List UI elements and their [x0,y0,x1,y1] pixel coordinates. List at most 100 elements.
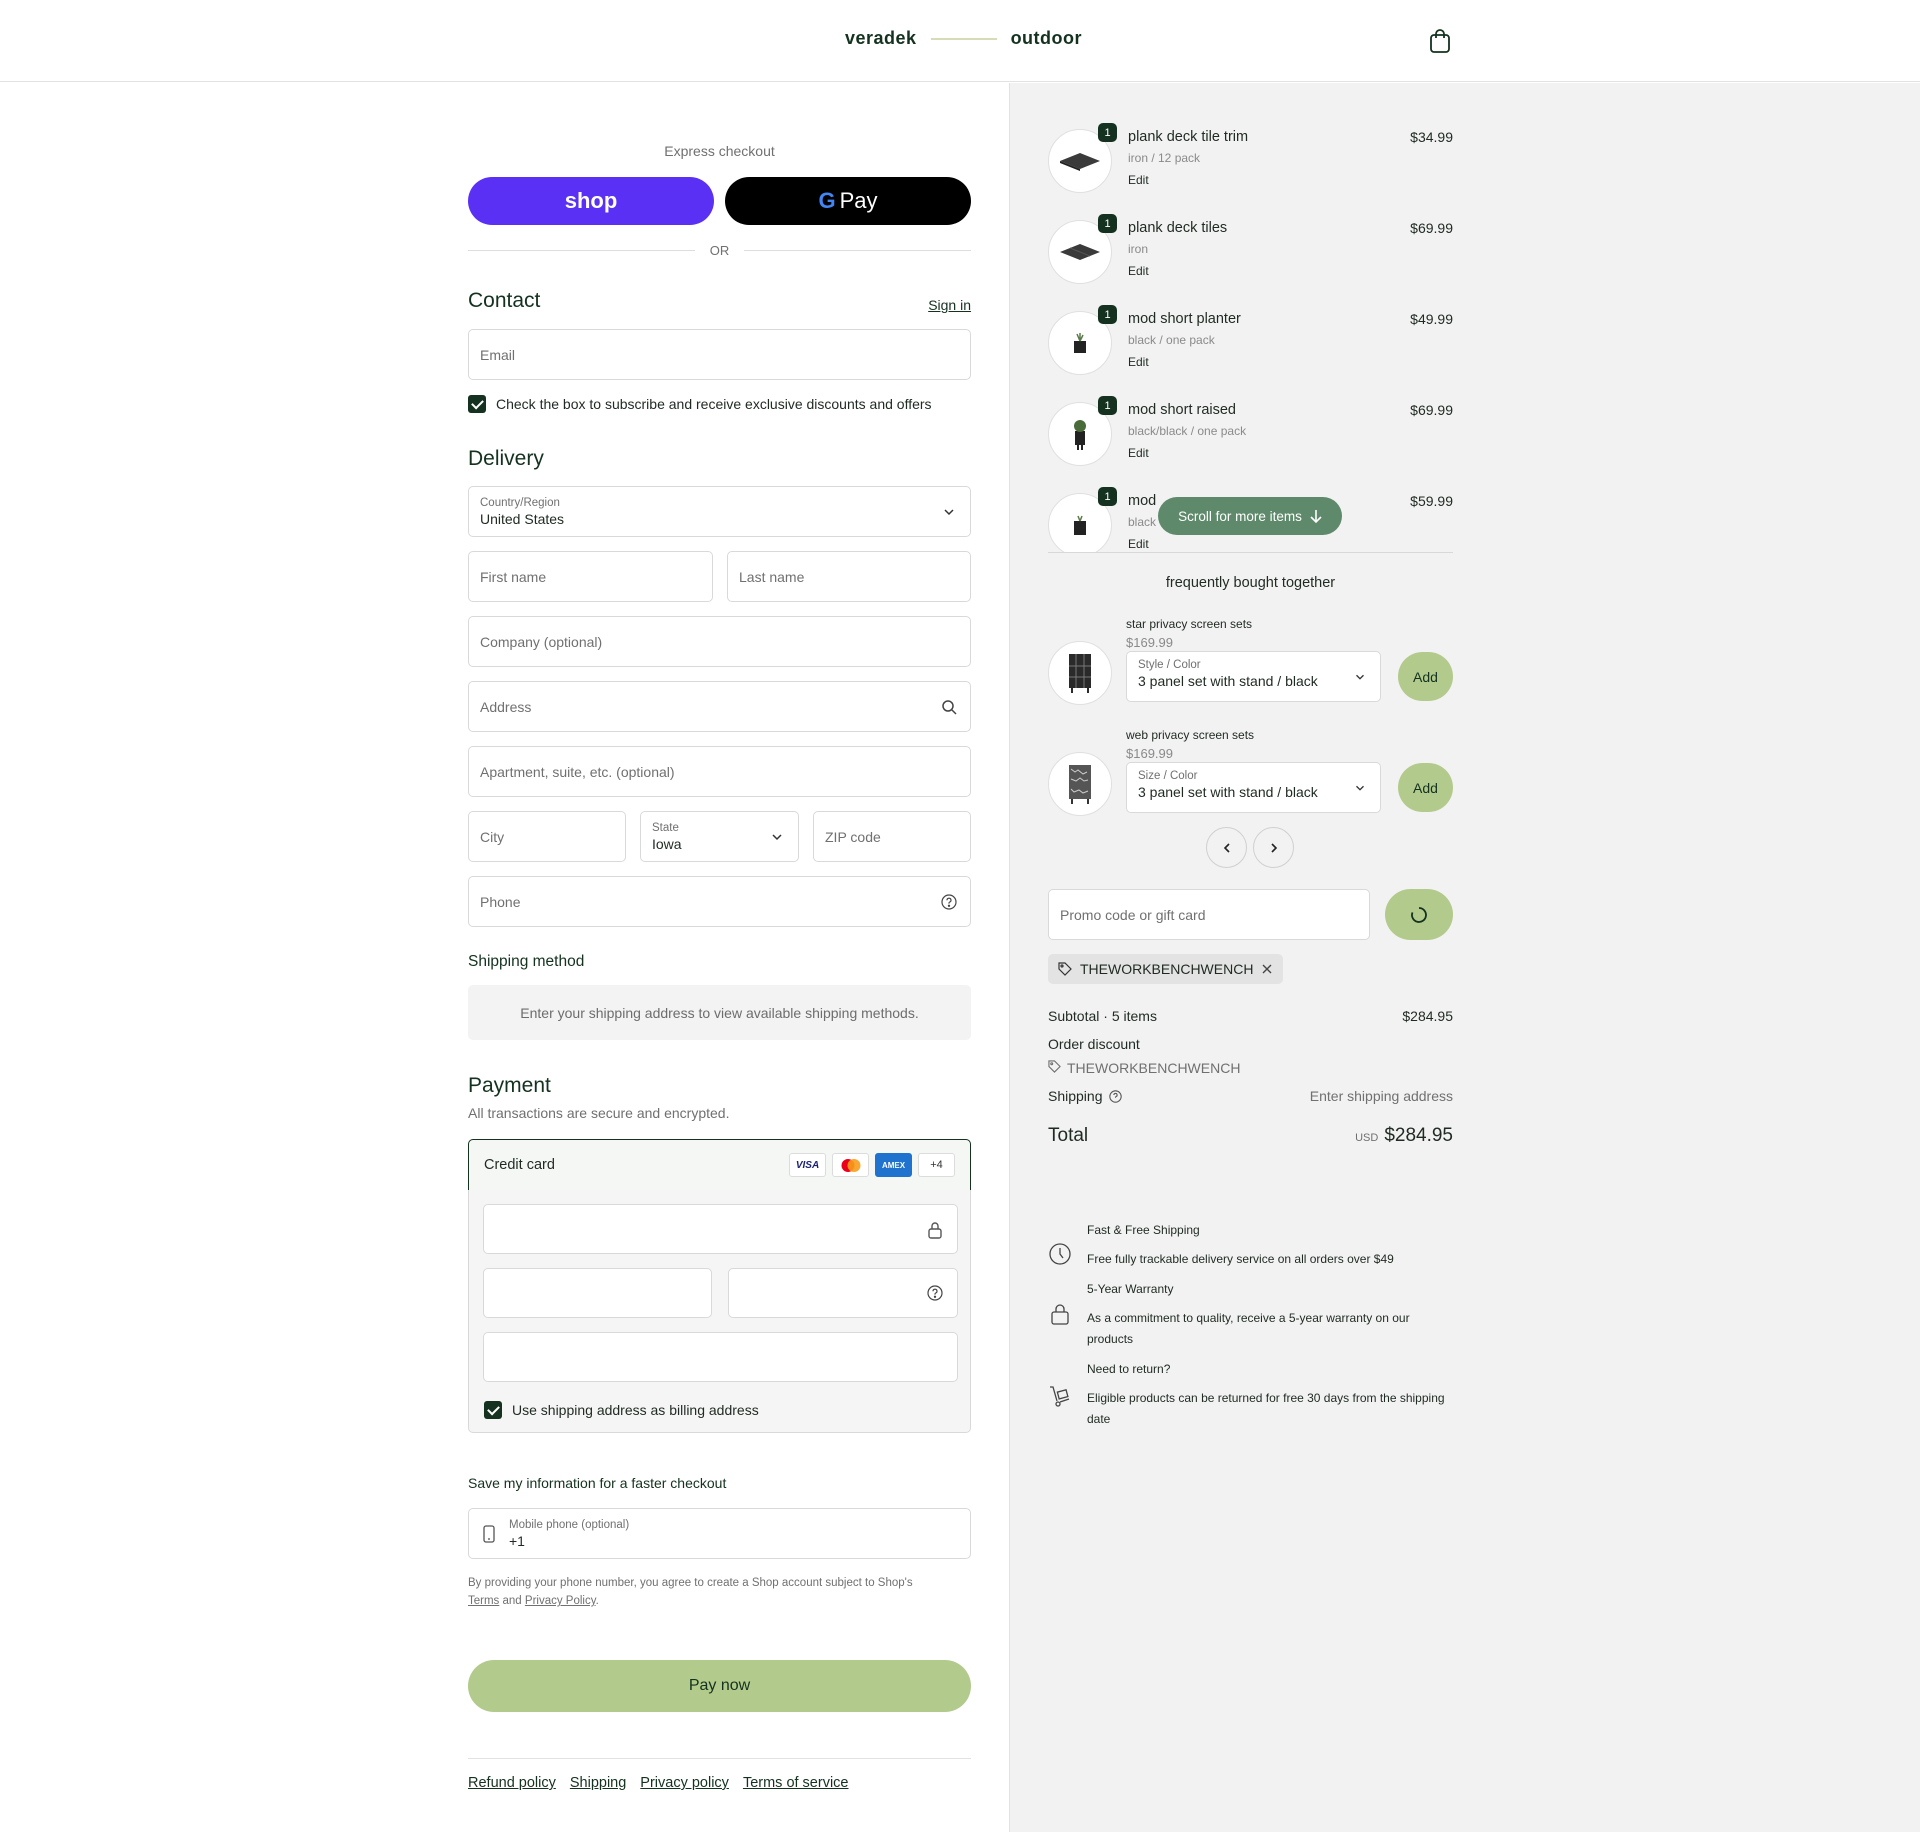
legal-and: and [502,1595,522,1607]
subscribe-checkbox[interactable] [468,395,486,413]
card-number-field[interactable] [483,1204,958,1254]
apply-promo-button[interactable] [1385,889,1453,940]
item-name: mod [1128,493,1157,509]
previous-button[interactable] [1206,827,1247,868]
shopping-bag-icon[interactable] [1428,28,1452,54]
promo-code-input[interactable]: Promo code or gift card [1048,889,1370,940]
item-name: mod short planter [1128,311,1241,327]
brand-logo[interactable]: veradek outdoor [845,28,1082,49]
chevron-down-icon [1356,674,1364,680]
express-checkout-label: Express checkout [664,143,775,159]
style-color-select[interactable]: Style / Color 3 panel set with stand / b… [1126,651,1381,702]
google-pay-button[interactable]: G Pay [725,177,971,225]
item-edit-link[interactable]: Edit [1128,355,1149,369]
mobile-phone-label: Mobile phone (optional) [509,1518,630,1531]
item-variant: black/black / one pack [1128,424,1247,438]
perk-title: Need to return? [1087,1362,1171,1376]
company-field[interactable]: Company (optional) [468,616,971,667]
cart-item: 1 mod short raised black/black / one pac… [1048,388,1453,468]
expiry-field[interactable] [483,1268,712,1318]
add-button[interactable]: Add [1398,652,1453,701]
recommendation-price: $169.99 [1126,746,1173,761]
billing-same-checkbox[interactable] [484,1401,502,1419]
discount-code: THEWORKBENCHWENCH [1080,961,1254,977]
last-name-field[interactable]: Last name [727,551,971,602]
item-price: $69.99 [1410,220,1453,236]
state-value: Iowa [652,835,682,852]
discount-code-row: THEWORKBENCHWENCH [1048,1060,1453,1076]
legal-text: By providing your phone number, you agre… [468,1577,913,1589]
scroll-for-more-button[interactable]: Scroll for more items [1158,497,1342,535]
country-select[interactable]: Country/Region United States [468,486,971,537]
subtotal-row: Subtotal · 5 items $284.95 [1048,1008,1453,1024]
google-pay-label: Pay [839,188,878,213]
apartment-field[interactable]: Apartment, suite, etc. (optional) [468,746,971,797]
add-label: Add [1413,779,1438,796]
sign-in-link[interactable]: Sign in [928,297,971,313]
next-button[interactable] [1253,827,1294,868]
credit-card-option[interactable]: Credit card VISA AMEX +4 [468,1139,971,1191]
mobile-phone-field[interactable]: Mobile phone (optional) +1 [468,1508,971,1559]
help-icon[interactable] [941,893,957,910]
city-field[interactable]: City [468,811,626,862]
cart-items-list[interactable]: 1 plank deck tile trim iron / 12 pack Ed… [1048,115,1453,553]
item-edit-link[interactable]: Edit [1128,173,1149,187]
perk-desc: As a commitment to quality, receive a 5-… [1087,1311,1410,1346]
refund-policy-link[interactable]: Refund policy [468,1775,556,1791]
item-price: $69.99 [1410,402,1453,418]
city-placeholder: City [480,828,505,845]
perk-desc: Eligible products can be returned for fr… [1087,1391,1445,1426]
shipping-method-note-text: Enter your shipping address to view avai… [520,1004,919,1021]
size-color-select[interactable]: Size / Color 3 panel set with stand / bl… [1126,762,1381,813]
billing-same-row[interactable]: Use shipping address as billing address [484,1401,759,1419]
fbt-heading: frequently bought together [1165,575,1336,591]
item-edit-link[interactable]: Edit [1128,446,1149,460]
amex-icon: AMEX [875,1153,912,1177]
shipping-method-heading: Shipping method [468,953,585,970]
close-icon[interactable] [1261,963,1273,975]
shipping-link[interactable]: Shipping [570,1775,626,1791]
email-placeholder: Email [480,346,516,363]
chevron-down-icon [944,508,954,515]
billing-same-label: Use shipping address as billing address [512,1402,759,1418]
address-field[interactable]: Address [468,681,971,732]
payment-subtitle: All transactions are secure and encrypte… [468,1105,730,1121]
applied-discount-tag: THEWORKBENCHWENCH [1048,954,1284,984]
security-code-field[interactable] [728,1268,958,1318]
subscribe-label: Check the box to subscribe and receive e… [496,396,932,412]
phone-field[interactable]: Phone [468,876,971,927]
add-button[interactable]: Add [1398,763,1453,812]
cart-item: 1 plank deck tiles iron Edit $69.99 [1048,206,1453,286]
help-icon[interactable] [1108,1089,1122,1103]
terms-of-service-link[interactable]: Terms of service [743,1775,849,1791]
first-name-field[interactable]: First name [468,551,713,602]
terms-link[interactable]: Terms [468,1595,499,1607]
zip-field[interactable]: ZIP code [813,811,971,862]
shop-pay-button[interactable]: shop [468,177,714,225]
tag-icon [1058,962,1072,976]
subscribe-checkbox-row[interactable]: Check the box to subscribe and receive e… [468,395,932,413]
quantity-badge: 1 [1098,214,1117,233]
country-value: United States [480,510,565,527]
help-icon[interactable] [927,1285,943,1301]
card-brands: VISA AMEX +4 [789,1153,955,1177]
item-edit-link[interactable]: Edit [1128,264,1149,278]
total-value: $284.95 [1384,1125,1453,1146]
subtotal-label: Subtotal · 5 items [1048,1008,1157,1024]
cart-item: 1 mod short planter black / one pack Edi… [1048,297,1453,377]
tag-icon [1048,1060,1061,1073]
mobile-phone-value: +1 [509,1532,525,1549]
pay-now-label: Pay now [688,1677,751,1694]
item-name: plank deck tile trim [1128,129,1249,145]
pay-now-button[interactable]: Pay now [468,1660,971,1712]
state-select[interactable]: State Iowa [640,811,799,862]
privacy-policy-footer-link[interactable]: Privacy policy [640,1775,729,1791]
header: veradek outdoor [0,0,1920,82]
item-edit-link[interactable]: Edit [1128,537,1149,551]
privacy-policy-link[interactable]: Privacy Policy [525,1595,596,1607]
shipping-row: Shipping Enter shipping address [1048,1088,1453,1104]
name-on-card-field[interactable] [483,1332,958,1382]
shipping-label: Shipping [1048,1088,1103,1104]
select-value: 3 panel set with stand / black [1138,673,1318,689]
email-field[interactable]: Email [468,329,971,380]
